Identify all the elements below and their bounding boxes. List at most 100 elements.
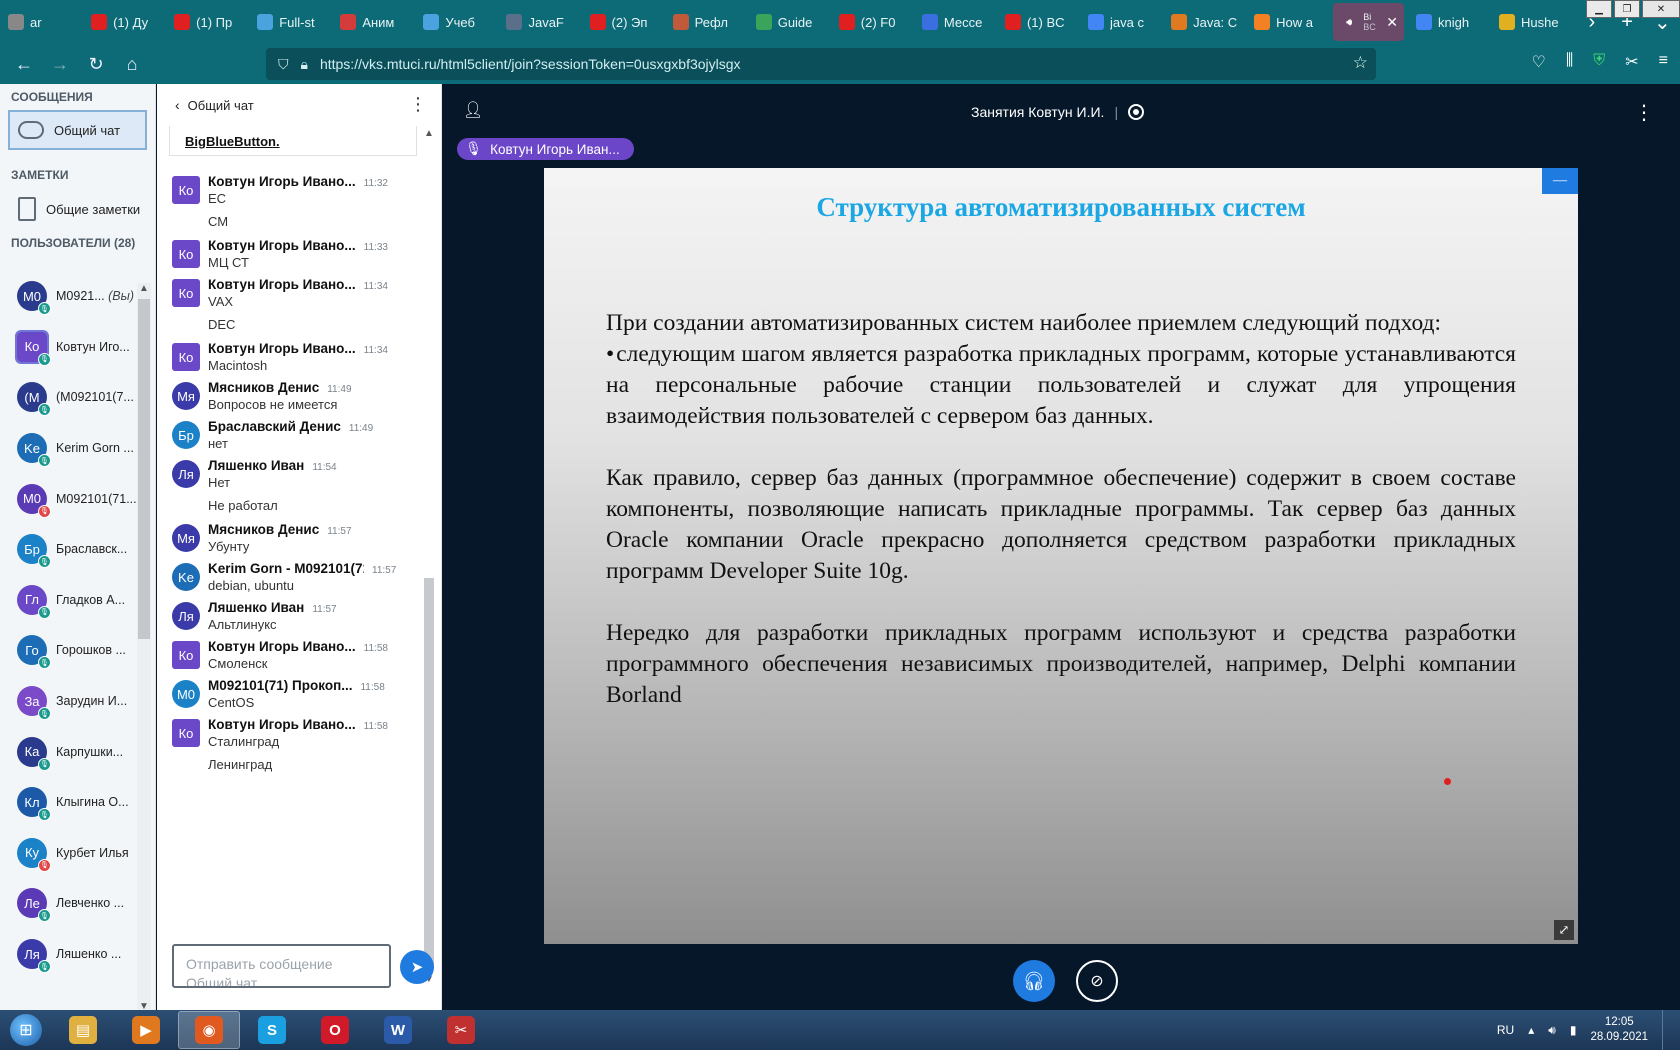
browser-tab[interactable]: (2) F0 xyxy=(831,0,914,44)
users-scroll-thumb[interactable] xyxy=(138,299,150,639)
volume-icon[interactable]: 🔊︎ xyxy=(1548,1023,1556,1038)
minimize-presentation-button[interactable]: — xyxy=(1542,168,1578,194)
browser-tab[interactable]: ar xyxy=(0,0,83,44)
message-meta: Kerim Gorn - M092101(71) 11:57 xyxy=(208,561,423,576)
browser-tab[interactable]: (1) Ду xyxy=(83,0,166,44)
taskbar-app-button[interactable]: ◉ xyxy=(178,1011,240,1049)
scroll-up-icon[interactable]: ▲ xyxy=(139,283,149,294)
browser-tab[interactable]: Учеб xyxy=(415,0,498,44)
user-name: Левченко ... xyxy=(56,896,136,910)
message-time: 11:58 xyxy=(363,643,388,654)
shield-icon[interactable]: ⛉ xyxy=(278,56,289,73)
menu-icon[interactable]: ≡ xyxy=(1659,52,1668,72)
chevron-left-icon[interactable]: ‹ xyxy=(175,97,180,113)
minimize-window-button[interactable]: ▁ xyxy=(1586,0,1612,18)
fullscreen-icon[interactable]: ⤢ xyxy=(1554,920,1574,940)
chat-icon xyxy=(18,121,44,139)
taskbar-app-button[interactable]: S xyxy=(241,1011,303,1049)
user-list-item[interactable]: Бр 🎙︎ Браславск... xyxy=(0,524,140,575)
avatar-initials: (М xyxy=(24,389,40,405)
url-bar[interactable]: ⛉ 🔒︎ https://vks.mtuci.ru/html5client/jo… xyxy=(266,48,1376,80)
user-list-item[interactable]: Гл 🎙︎ Гладков А... xyxy=(0,575,140,626)
user-list-item[interactable]: Ко 🎙︎ Ковтун Иго... xyxy=(0,322,140,373)
chat-scroll-thumb[interactable] xyxy=(424,578,434,968)
user-list-item[interactable]: М0 🎙︎ M092101(71... xyxy=(0,473,140,524)
forward-icon[interactable]: → xyxy=(42,46,78,82)
library-icon[interactable]: ⫼ xyxy=(1566,52,1573,72)
browser-tab[interactable]: Hushe xyxy=(1491,0,1574,44)
microphone-icon: 🎙︎ xyxy=(38,403,51,417)
lock-icon[interactable]: 🔒︎ xyxy=(301,56,308,73)
public-chat-item[interactable]: Общий чат xyxy=(8,110,147,150)
close-tab-icon[interactable]: ✕ xyxy=(1386,14,1398,31)
user-list-item[interactable]: Ke 🎙︎ Kerim Gorn ... xyxy=(0,423,140,474)
record-icon[interactable] xyxy=(1128,104,1145,120)
chat-message-input[interactable]: Отправить сообщение Общий чат xyxy=(172,944,391,988)
slide-paragraph-1: При создании автоматизированных систем н… xyxy=(606,310,1442,336)
welcome-link[interactable]: BigBlueButton xyxy=(185,134,276,149)
message-time: 11:57 xyxy=(327,526,352,537)
browser-tab[interactable]: JavaF xyxy=(498,0,581,44)
user-list-item[interactable]: Ле 🎙︎ Левченко ... xyxy=(0,878,140,929)
browser-tab[interactable]: Рефл xyxy=(665,0,748,44)
back-icon[interactable]: ← xyxy=(6,46,42,82)
browser-tab[interactable]: Guide xyxy=(748,0,831,44)
close-window-button[interactable]: ✕ xyxy=(1642,0,1680,18)
browser-tab[interactable]: Мессе xyxy=(914,0,997,44)
clock[interactable]: 12:05 28.09.2021 xyxy=(1590,1015,1648,1045)
restore-window-button[interactable]: ❐ xyxy=(1614,0,1640,18)
tab-title: (1) BC xyxy=(1026,14,1065,30)
users-scrollbar[interactable]: ▲ ▼ xyxy=(137,283,151,1015)
options-icon[interactable]: ⋮ xyxy=(1634,100,1654,125)
language-indicator[interactable]: RU xyxy=(1497,1023,1514,1037)
taskbar-app-button[interactable]: ✂ xyxy=(430,1011,492,1049)
talking-indicator[interactable]: 🎙︎ Ковтун Игорь Иван... xyxy=(457,138,634,160)
user-list-item[interactable]: М0 🎙︎ M0921... (Вы) xyxy=(0,271,140,322)
show-desktop-button[interactable] xyxy=(1662,1010,1672,1050)
share-webcam-button[interactable]: ⊘ xyxy=(1076,960,1118,1002)
user-icon[interactable]: 👤︎ xyxy=(463,100,483,120)
user-list-item[interactable]: Кл 🎙︎ Клыгина О... xyxy=(0,777,140,828)
taskbar-app-button[interactable]: W xyxy=(367,1011,429,1049)
browser-tab[interactable]: (1) BC xyxy=(997,0,1080,44)
tray-arrow-icon[interactable]: ▴ xyxy=(1528,1023,1534,1037)
chat-scrollbar[interactable]: ▲ ▼ xyxy=(422,126,436,985)
laser-pointer xyxy=(1444,778,1451,785)
bookmark-star-icon[interactable]: ☆ xyxy=(1353,53,1368,73)
browser-tab[interactable]: Java: C xyxy=(1163,0,1246,44)
start-button[interactable]: ⊞ xyxy=(0,1010,52,1050)
taskbar-app-button[interactable]: ▶ xyxy=(115,1011,177,1049)
browser-tab[interactable]: Full-st xyxy=(249,0,332,44)
taskbar-app-button[interactable]: ▤ xyxy=(52,1011,114,1049)
browser-tab[interactable]: (2) Эп xyxy=(582,0,665,44)
chat-title[interactable]: Общий чат xyxy=(188,98,254,113)
chat-options-icon[interactable]: ⋮ xyxy=(409,94,427,115)
avatar: Ка 🎙︎ xyxy=(17,736,51,771)
shared-notes-item[interactable]: Общие заметки xyxy=(0,188,155,230)
avatar: Гл 🎙︎ xyxy=(17,584,51,619)
network-icon[interactable]: ▮ xyxy=(1570,1023,1577,1037)
user-list-item[interactable]: Го 🎙︎ Горошков ... xyxy=(0,625,140,676)
user-list-item[interactable]: За 🎙︎ Зарудин И... xyxy=(0,676,140,727)
headphones-button[interactable]: 🎧︎ xyxy=(1013,960,1055,1002)
extension-shield-icon[interactable]: ⛨ xyxy=(1593,52,1605,72)
user-list-item[interactable]: (М 🎙︎ (M092101(7... xyxy=(0,372,140,423)
reload-icon[interactable]: ↻ xyxy=(78,46,114,82)
user-list-item[interactable]: Ку 🎙︎ Курбет Илья xyxy=(0,828,140,879)
user-name-text: Левченко ... xyxy=(56,896,125,911)
browser-tab[interactable]: (1) Пр xyxy=(166,0,249,44)
browser-tab[interactable]: Аним xyxy=(332,0,415,44)
home-icon[interactable]: ⌂ xyxy=(114,46,150,82)
chat-panel: ‹ Общий чат ⋮ BigBlueButton. Ко Ковтун Иг… xyxy=(157,84,442,1010)
browser-tab[interactable]: knigh xyxy=(1408,0,1491,44)
customize-icon[interactable]: ✂ xyxy=(1625,52,1638,72)
taskbar-app-button[interactable]: O xyxy=(304,1011,366,1049)
browser-tab[interactable]: java c xyxy=(1080,0,1163,44)
pocket-icon[interactable]: ♡ xyxy=(1532,52,1546,72)
user-list-item[interactable]: Ка 🎙︎ Карпушки... xyxy=(0,726,140,777)
send-button[interactable]: ➤ xyxy=(400,950,434,984)
user-list-item[interactable]: Ля 🎙︎ Ляшенко ... xyxy=(0,929,140,980)
scroll-up-icon[interactable]: ▲ xyxy=(424,128,434,139)
browser-tab-active[interactable]: 🔊︎ Bi BC ✕ xyxy=(1333,3,1404,41)
browser-tab[interactable]: How a xyxy=(1246,0,1329,44)
